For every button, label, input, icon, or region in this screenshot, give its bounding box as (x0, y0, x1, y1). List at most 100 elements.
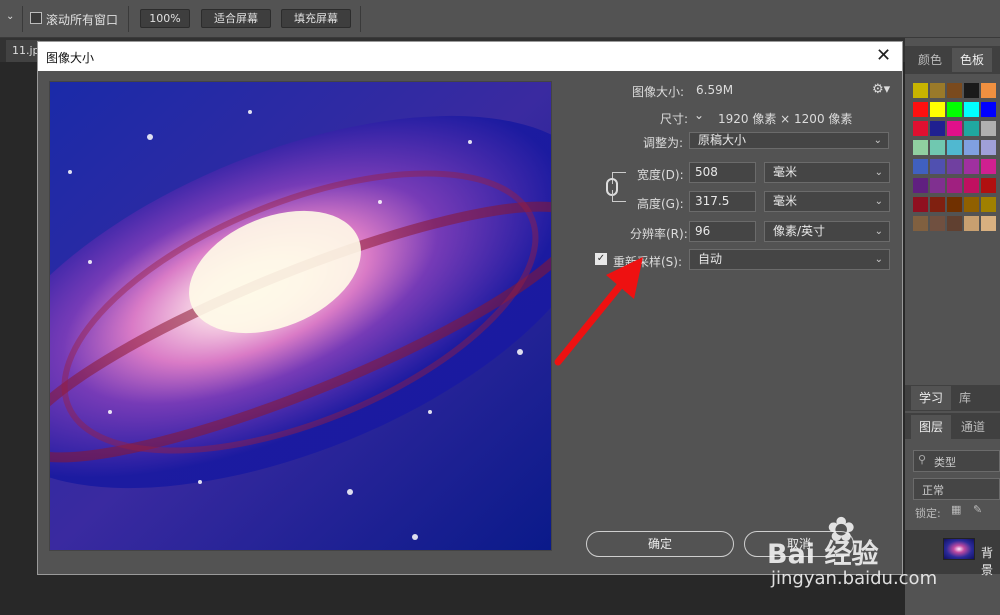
divider (22, 6, 23, 32)
galaxy-preview-image (0, 82, 602, 550)
color-swatch[interactable] (913, 102, 928, 117)
width-unit-value: 毫米 (773, 165, 798, 179)
chevron-down-icon: ⌄ (874, 226, 883, 237)
options-bar: ⌄ 滚动所有窗口 100% 适合屏幕 填充屏幕 (0, 0, 1000, 38)
document-tab[interactable]: 11.jp (6, 40, 40, 62)
color-swatch[interactable] (930, 102, 945, 117)
color-swatch[interactable] (981, 140, 996, 155)
tool-preset-chevron-icon[interactable]: ⌄ (6, 11, 14, 22)
color-swatch[interactable] (913, 140, 928, 155)
scroll-all-label: 滚动所有窗口 (46, 13, 119, 27)
scroll-all-checkbox[interactable] (30, 12, 42, 24)
watermark-url: jingyan.baidu.com (771, 568, 938, 589)
close-icon[interactable]: ✕ (876, 45, 891, 66)
blend-mode-label: 正常 (922, 484, 944, 497)
resample-dropdown[interactable]: 自动 ⌄ (689, 249, 890, 270)
color-swatch[interactable] (913, 216, 928, 231)
chevron-down-icon: ⌄ (874, 196, 883, 207)
color-swatch[interactable] (981, 159, 996, 174)
fill-screen-button[interactable]: 填充屏幕 (281, 9, 351, 28)
color-swatch[interactable] (930, 216, 945, 231)
color-swatch[interactable] (981, 197, 996, 212)
color-swatch[interactable] (913, 83, 928, 98)
image-preview[interactable] (0, 81, 602, 551)
color-swatch[interactable] (981, 216, 996, 231)
color-swatch[interactable] (964, 83, 979, 98)
search-icon: ⚲ (918, 453, 927, 466)
chevron-down-icon: ⌄ (874, 254, 883, 265)
blend-mode-dropdown[interactable]: 正常 (913, 478, 1000, 500)
chevron-down-icon: ⌄ (874, 167, 883, 178)
color-swatch[interactable] (930, 159, 945, 174)
fit-screen-button[interactable]: 适合屏幕 (201, 9, 271, 28)
color-swatch[interactable] (947, 140, 962, 155)
resample-value: 自动 (698, 252, 723, 266)
color-swatch[interactable] (981, 102, 996, 117)
color-swatch[interactable] (913, 121, 928, 136)
image-size-label: 图像大小: (632, 85, 685, 99)
tab-layers[interactable]: 图层 (911, 415, 951, 439)
image-size-value: 6.59M (696, 83, 734, 97)
fit-to-value: 原稿大小 (698, 133, 747, 147)
divider (360, 6, 361, 32)
color-swatch[interactable] (947, 216, 962, 231)
gear-icon[interactable]: ⚙▾ (872, 82, 890, 97)
height-field[interactable]: 317.5 (689, 191, 756, 212)
color-swatch[interactable] (913, 197, 928, 212)
tab-channels[interactable]: 通道 (953, 415, 993, 439)
ok-button[interactable]: 确定 (586, 531, 734, 557)
tab-library[interactable]: 库 (952, 386, 978, 410)
color-swatch[interactable] (981, 83, 996, 98)
color-swatch[interactable] (947, 83, 962, 98)
layer-filter-dropdown[interactable]: ⚲ 类型 (913, 450, 1000, 472)
dialog-titlebar: 图像大小 ✕ (38, 42, 902, 71)
resolution-unit-value: 像素/英寸 (773, 224, 826, 238)
resolution-label: 分辨率(R): (630, 227, 688, 241)
color-swatch[interactable] (930, 140, 945, 155)
color-swatch[interactable] (930, 121, 945, 136)
color-swatch[interactable] (964, 102, 979, 117)
color-swatch[interactable] (964, 121, 979, 136)
color-swatch[interactable] (981, 178, 996, 193)
color-swatch[interactable] (981, 121, 996, 136)
fit-to-label: 调整为: (643, 136, 684, 150)
color-swatch[interactable] (964, 140, 979, 155)
divider (128, 6, 129, 32)
tab-learn[interactable]: 学习 (911, 386, 951, 410)
color-swatch[interactable] (930, 178, 945, 193)
watermark: ✿ Bai 经验 jingyan.baidu.com (765, 510, 995, 610)
color-swatch[interactable] (930, 83, 945, 98)
annotation-arrow (554, 257, 643, 366)
image-size-dialog: 图像大小 ✕ 图像大小: 6.59M ⚙▾ 尺寸: ⌄ 1920 像素 × 12… (0, 41, 903, 575)
fit-to-dropdown[interactable]: 原稿大小 ⌄ (689, 132, 889, 149)
width-label: 宽度(D): (637, 168, 684, 182)
chevron-down-icon[interactable]: ⌄ (694, 108, 704, 122)
zoom-100-button[interactable]: 100% (140, 9, 190, 28)
color-swatch[interactable] (947, 102, 962, 117)
swatch-grid (905, 38, 1000, 238)
color-swatch[interactable] (947, 197, 962, 212)
color-swatch[interactable] (964, 216, 979, 231)
filter-kind-label: 类型 (934, 456, 956, 469)
height-unit-dropdown[interactable]: 毫米 ⌄ (764, 191, 890, 212)
dimensions-label: 尺寸: (660, 112, 689, 126)
color-swatch[interactable] (947, 178, 962, 193)
height-unit-value: 毫米 (773, 194, 798, 208)
width-unit-dropdown[interactable]: 毫米 ⌄ (764, 162, 890, 183)
color-swatch[interactable] (964, 197, 979, 212)
color-swatch[interactable] (964, 178, 979, 193)
height-label: 高度(G): (637, 197, 684, 211)
watermark-brand: Bai 经验 (767, 539, 879, 570)
width-field[interactable]: 508 (689, 162, 756, 183)
color-swatch[interactable] (913, 159, 928, 174)
color-swatch[interactable] (947, 159, 962, 174)
chevron-down-icon: ⌄ (873, 135, 882, 146)
resolution-field[interactable]: 96 (689, 221, 756, 242)
color-swatch[interactable] (930, 197, 945, 212)
color-swatch[interactable] (947, 121, 962, 136)
color-swatch[interactable] (964, 159, 979, 174)
resolution-unit-dropdown[interactable]: 像素/英寸 ⌄ (764, 221, 890, 242)
constrain-bracket-bottom (612, 190, 626, 202)
dialog-title: 图像大小 (46, 51, 95, 65)
color-swatch[interactable] (913, 178, 928, 193)
